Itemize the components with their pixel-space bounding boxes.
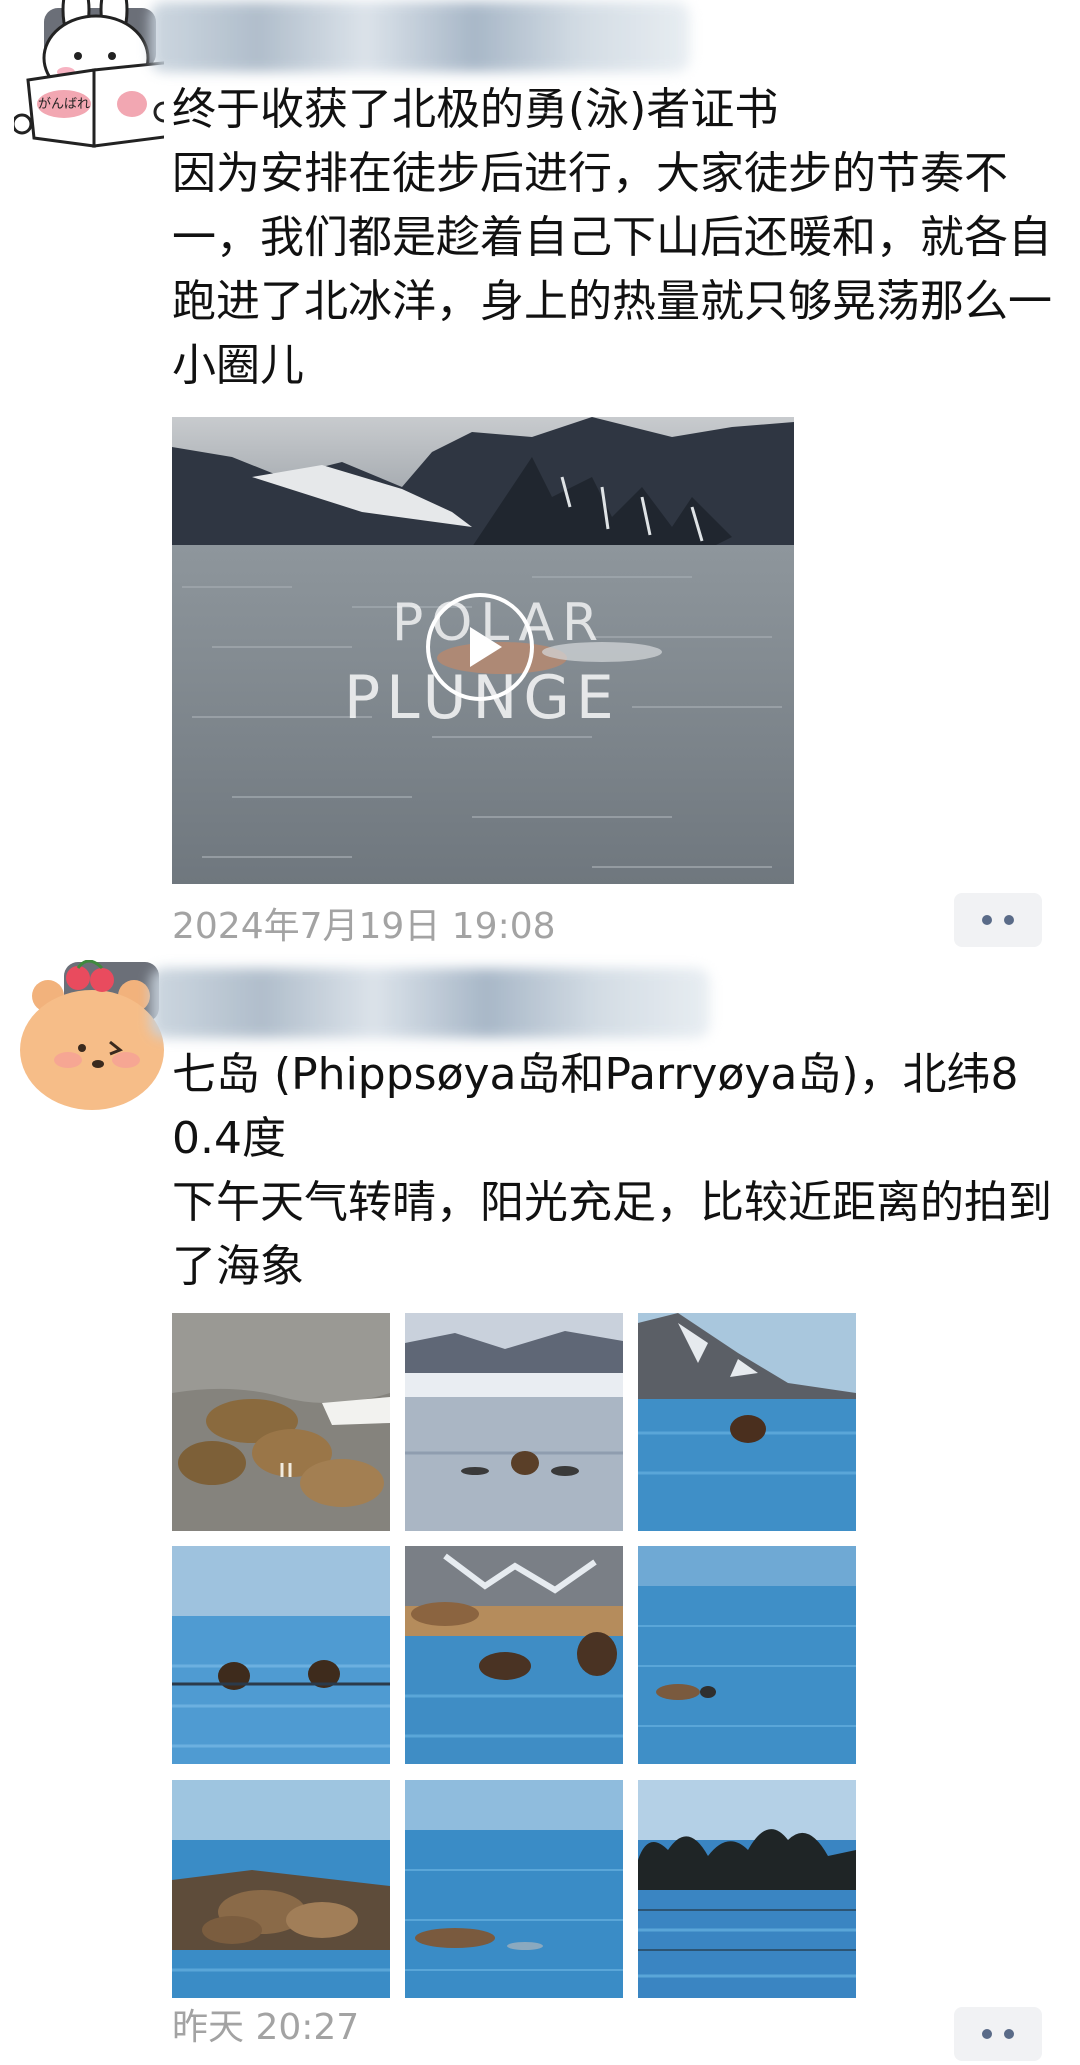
video-thumbnail[interactable]: POLAR PLUNGE <box>172 417 794 884</box>
photo-walrus-ice[interactable] <box>405 1313 623 1531</box>
more-dots-icon <box>1004 2029 1014 2039</box>
photo-grid <box>172 1313 856 1998</box>
post-timestamp: 昨天 20:27 <box>172 2007 360 2048</box>
photo-walrus-rocks[interactable] <box>172 1313 390 1531</box>
more-dots-icon <box>982 915 992 925</box>
photo-walrus-fjord[interactable] <box>638 1313 856 1531</box>
user-avatar-bear[interactable] <box>14 959 164 1110</box>
photo-walrus-shore-group[interactable] <box>405 1546 623 1764</box>
more-dots-icon <box>1004 915 1014 925</box>
post-text: 七岛 (Phippsøya岛和Parryøya岛)，北纬80.4度 下午天气转晴… <box>172 1049 1052 1292</box>
photo-walrus-blue-water[interactable] <box>405 1780 623 1998</box>
avatar-book-text: がんばれ <box>38 97 90 112</box>
play-icon[interactable] <box>426 593 534 701</box>
more-options-button[interactable] <box>954 893 1042 947</box>
photo-walrus-sea-pair[interactable] <box>172 1546 390 1764</box>
author-name-blurred[interactable] <box>150 2 690 72</box>
moment-post-1: がんばれ 终于收获了北极的勇(泳)者证书 因为安排在徒步后进行，大家徒步的节奏不… <box>0 0 1080 960</box>
more-dots-icon <box>982 2029 992 2039</box>
photo-walrus-silhouettes[interactable] <box>638 1780 856 1998</box>
post-timestamp: 2024年7月19日 19:08 <box>172 906 556 947</box>
photo-walrus-calm-sea[interactable] <box>638 1546 856 1764</box>
author-name-blurred[interactable] <box>150 968 710 1038</box>
user-avatar-bunny[interactable]: がんばれ <box>11 0 175 150</box>
moment-post-2: 七岛 (Phippsøya岛和Parryøya岛)，北纬80.4度 下午天气转晴… <box>0 959 1080 2065</box>
more-options-button[interactable] <box>954 2007 1042 2061</box>
post-text: 终于收获了北极的勇(泳)者证书 因为安排在徒步后进行，大家徒步的节奏不一，我们都… <box>172 84 1052 391</box>
photo-walrus-beach[interactable] <box>172 1780 390 1998</box>
